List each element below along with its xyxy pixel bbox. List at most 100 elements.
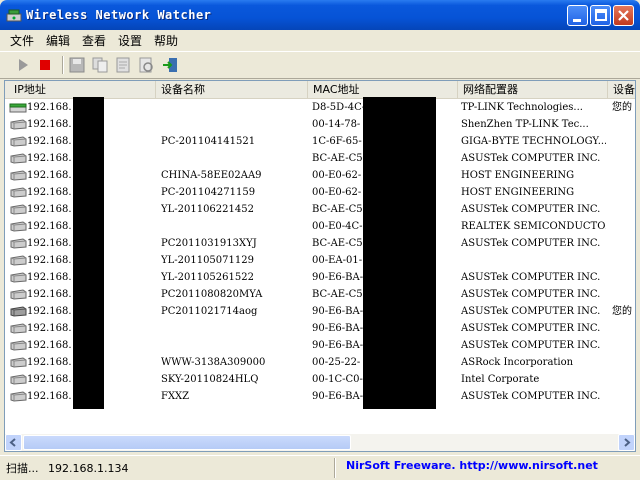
redaction-ip <box>73 97 104 409</box>
computer-icon <box>10 272 27 283</box>
scroll-left-button[interactable] <box>5 434 22 451</box>
cell-device-name: YL-201105261522 <box>161 272 254 283</box>
cell-mac: 90-E6-BA- <box>312 391 364 402</box>
menu-help[interactable]: 帮助 <box>154 32 178 49</box>
scroll-right-icon <box>624 438 631 447</box>
cell-mac: 00-14-78- <box>312 119 361 130</box>
router-icon <box>9 103 27 113</box>
cell-device-name: PC2011031913XYJ <box>161 238 257 249</box>
cell-adapter: HOST ENGINEERING <box>461 187 575 198</box>
maximize-button[interactable] <box>590 5 611 26</box>
computer-icon <box>10 187 27 198</box>
cell-device-name: PC2011080820MYA <box>161 289 263 300</box>
cell-adapter: ASUSTek COMPUTER INC. <box>461 238 601 249</box>
scroll-left-icon <box>9 438 16 447</box>
html-report-icon[interactable] <box>137 56 155 74</box>
cell-mac: 00-E0-62- <box>312 170 362 181</box>
cell-mac: 00-25-22- <box>312 357 361 368</box>
cell-mac: BC-AE-C5- <box>312 153 364 164</box>
cell-mac: 00-EA-01- <box>312 255 363 266</box>
stop-icon[interactable] <box>36 56 54 74</box>
computer-icon <box>10 306 27 317</box>
cell-mac: 90-E6-BA- <box>312 272 364 283</box>
scroll-thumb[interactable] <box>23 435 351 450</box>
scan-ip: 192.168.1.134 <box>48 462 129 475</box>
cell-ip: 192.168. <box>27 306 71 317</box>
cell-ip: 192.168. <box>27 289 71 300</box>
cell-ip: 192.168. <box>27 391 71 402</box>
column-header-mac[interactable]: MAC地址 <box>308 81 458 98</box>
computer-icon <box>10 340 27 351</box>
cell-mac: 00-E0-62- <box>312 187 362 198</box>
properties-icon[interactable] <box>114 56 132 74</box>
cell-adapter: ASUSTek COMPUTER INC. <box>461 306 601 317</box>
cell-device-name <box>161 320 306 337</box>
cell-adapter: TP-LINK Technologies... <box>461 102 583 113</box>
cell-ip: 192.168. <box>27 221 71 232</box>
menu-edit[interactable]: 编辑 <box>46 32 70 49</box>
cell-ip: 192.168. <box>27 272 71 283</box>
computer-icon <box>10 289 27 300</box>
cell-ip: 192.168. <box>27 153 71 164</box>
menu-view[interactable]: 查看 <box>82 32 106 49</box>
cell-device <box>612 252 635 269</box>
scroll-right-button[interactable] <box>618 434 635 451</box>
computer-icon <box>10 238 27 249</box>
cell-adapter: ASUSTek COMPUTER INC. <box>461 204 601 215</box>
computer-icon <box>10 255 27 266</box>
cell-adapter: Intel Corporate <box>461 374 540 385</box>
computer-icon <box>10 374 27 385</box>
column-header-ip[interactable]: IP地址 <box>9 81 156 98</box>
cell-device-name: YL-201105071129 <box>161 255 254 266</box>
cell-adapter: REALTEK SEMICONDUCTO... <box>461 221 606 232</box>
cell-mac: D8-5D-4C- <box>312 102 364 113</box>
cell-mac: 90-E6-BA- <box>312 340 364 351</box>
app-icon <box>6 9 22 22</box>
column-header-device[interactable]: 设备 <box>608 81 635 98</box>
save-icon[interactable] <box>68 56 86 74</box>
column-header-device-name[interactable]: 设备名称 <box>156 81 308 98</box>
close-icon <box>618 10 629 21</box>
menu-bar: 文件 编辑 查看 设置 帮助 <box>0 30 640 50</box>
cell-device-name: CHINA-58EE02AA9 <box>161 170 262 181</box>
cell-device <box>612 218 635 235</box>
cell-adapter: ASUSTek COMPUTER INC. <box>461 153 601 164</box>
cell-ip: 192.168. <box>27 170 71 181</box>
cell-adapter: ASUSTek COMPUTER INC. <box>461 391 601 402</box>
menu-settings[interactable]: 设置 <box>118 32 142 49</box>
cell-adapter: ASUSTek COMPUTER INC. <box>461 289 601 300</box>
cell-device-name: YL-201106221452 <box>161 204 254 215</box>
cell-device-name <box>161 218 306 235</box>
copy-icon[interactable] <box>91 56 109 74</box>
cell-adapter <box>461 252 606 269</box>
column-header-adapter[interactable]: 网络配置器 <box>458 81 608 98</box>
play-icon[interactable] <box>14 56 32 74</box>
menu-file[interactable]: 文件 <box>10 32 34 49</box>
computer-icon <box>10 357 27 368</box>
cell-device <box>612 269 635 286</box>
computer-icon <box>10 170 27 181</box>
close-button[interactable] <box>613 5 634 26</box>
toolbar-separator <box>62 56 64 74</box>
cell-device-name: PC2011021714aog <box>161 306 258 317</box>
cell-ip: 192.168. <box>27 187 71 198</box>
cell-device <box>612 167 635 184</box>
computer-icon <box>10 153 27 164</box>
cell-adapter: ASUSTek COMPUTER INC. <box>461 340 601 351</box>
title-bar[interactable]: Wireless Network Watcher <box>0 0 640 30</box>
cell-mac: 90-E6-BA- <box>312 306 364 317</box>
cell-ip: 192.168. <box>27 204 71 215</box>
cell-ip: 192.168. <box>27 102 71 113</box>
cell-device <box>612 184 635 201</box>
minimize-button[interactable] <box>567 5 588 26</box>
exit-icon[interactable] <box>161 56 179 74</box>
cell-mac: 1C-6F-65- <box>312 136 362 147</box>
nirsoft-link[interactable]: NirSoft Freeware. http://www.nirsoft.net <box>346 459 598 472</box>
cell-mac: 00-1C-C0- <box>312 374 363 385</box>
cell-adapter: HOST ENGINEERING <box>461 170 575 181</box>
cell-adapter: ASUSTek COMPUTER INC. <box>461 323 601 334</box>
cell-device-name: PC-201104271159 <box>161 187 256 198</box>
horizontal-scrollbar[interactable] <box>5 434 635 451</box>
device-list[interactable]: IP地址 设备名称 MAC地址 网络配置器 设备 192.168. D8-5D-4… <box>4 80 636 452</box>
cell-device <box>612 320 635 337</box>
